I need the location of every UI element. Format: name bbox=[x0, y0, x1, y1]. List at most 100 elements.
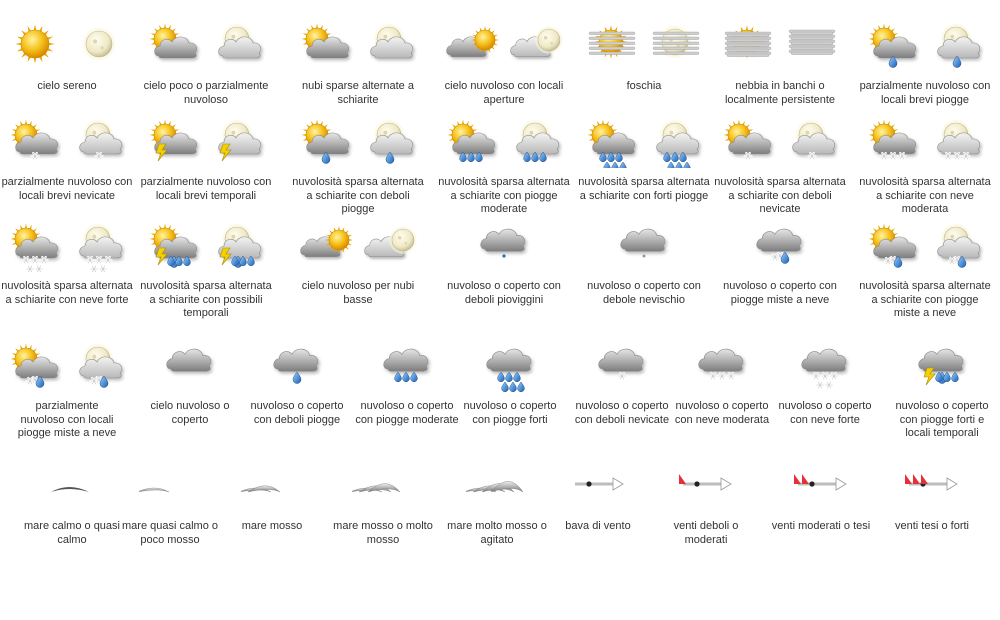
legend-item: nuvolosità sparsa alternata a schiarite … bbox=[855, 118, 995, 217]
sun-icon bbox=[4, 22, 66, 72]
cloud-snow1-icon bbox=[591, 342, 653, 392]
moon-icon bbox=[68, 22, 130, 72]
legend-label: nuvoloso o coperto con debole nevischio bbox=[587, 280, 701, 306]
legend-item: cielo nuvoloso per nubi basse bbox=[288, 222, 428, 307]
wind-calm-icon bbox=[567, 462, 629, 512]
legend-item: mare mosso bbox=[217, 462, 327, 534]
legend-label: nuvoloso o coperto con neve moderata bbox=[674, 400, 770, 426]
sea-calm-icon bbox=[41, 462, 103, 512]
legend-item: nuvoloso o coperto con neve moderata bbox=[663, 342, 781, 427]
cloud-drizzle-icon bbox=[473, 222, 535, 272]
legend-label: nubi sparse alternate a schiarite bbox=[302, 80, 414, 106]
legend-label: parzialmente nuvoloso con locali piogge … bbox=[17, 400, 117, 439]
legend-label: parzialmente nuvoloso con locali brevi p… bbox=[859, 80, 991, 106]
legend-label: venti deboli o moderati bbox=[673, 520, 739, 546]
cloud-sleet-icon bbox=[613, 222, 675, 272]
legend-label: nuvolosità sparsa alternate a schiarite … bbox=[859, 280, 991, 319]
legend-label: cielo sereno bbox=[37, 80, 97, 92]
legend-item: venti moderati o tesi bbox=[766, 462, 876, 534]
legend-label: mare quasi calmo o poco mosso bbox=[122, 520, 218, 546]
legend-label: nuvolosità sparsa alternata a schiarite … bbox=[714, 176, 846, 215]
cloud-sun-low-icon bbox=[295, 222, 357, 272]
legend-item: venti deboli o moderati bbox=[651, 462, 761, 547]
moon-cloud-snow3-icon bbox=[926, 118, 988, 168]
legend-item: nuvolosità sparsa alternata a schiarite … bbox=[434, 118, 574, 217]
legend-item: venti tesi o forti bbox=[877, 462, 987, 534]
legend-label: cielo nuvoloso o coperto bbox=[150, 400, 230, 426]
legend-label: nuvolosità sparsa alternata a schiarite … bbox=[292, 176, 424, 215]
legend-item: nuvolosità sparsa alternata a schiarite … bbox=[136, 222, 276, 321]
legend-label: mare molto mosso o agitato bbox=[447, 520, 547, 546]
legend-item: nuvoloso o coperto con neve forte bbox=[766, 342, 884, 427]
cloud-icon bbox=[159, 342, 221, 392]
sun-cloud-rain-icon bbox=[295, 118, 357, 168]
legend-label: nuvoloso o coperto con neve forte bbox=[778, 400, 872, 426]
sun-cloud-rain-snow-icon bbox=[862, 222, 924, 272]
legend-label: mare mosso bbox=[241, 520, 303, 532]
moon-cloud-rain-icon bbox=[359, 118, 421, 168]
legend-label: nuvoloso o coperto con piogge moderate bbox=[355, 400, 459, 426]
legend-item: foschia bbox=[574, 22, 714, 94]
moon-haze-icon bbox=[645, 22, 707, 72]
wind-3-icon bbox=[901, 462, 963, 512]
sun-haze-icon bbox=[581, 22, 643, 72]
legend-label: nuvolosità sparsa alternata a schiarite … bbox=[1, 280, 133, 306]
legend-label: nuvoloso o coperto con piogge forti bbox=[463, 400, 557, 426]
legend-label: foschia bbox=[626, 80, 662, 92]
legend-item: nuvoloso o coperto con piogge miste a ne… bbox=[710, 222, 850, 307]
sun-clouds-icon bbox=[295, 22, 357, 72]
legend-item: cielo nuvoloso con locali aperture bbox=[434, 22, 574, 107]
legend-label: bava di vento bbox=[565, 520, 631, 532]
legend-label: nuvoloso o coperto con piogge forti e lo… bbox=[895, 400, 989, 439]
wind-2-icon bbox=[790, 462, 852, 512]
sea-moderate-icon bbox=[241, 462, 303, 512]
legend-item: nuvoloso o coperto con piogge moderate bbox=[348, 342, 466, 427]
legend-label: nuvoloso o coperto con deboli pioviggini bbox=[447, 280, 561, 306]
legend-label: nuvolosità sparsa alternata a schiarite … bbox=[578, 176, 710, 202]
moon-cloud-snow5-icon bbox=[68, 222, 130, 272]
moon-cloud-rain-snow-icon bbox=[68, 342, 130, 392]
legend-item: parzialmente nuvoloso con locali piogge … bbox=[8, 342, 126, 441]
cloud-moon-small-icon bbox=[505, 22, 567, 72]
sea-very-rough-icon bbox=[466, 462, 528, 512]
legend-label: parzialmente nuvoloso con locali brevi n… bbox=[1, 176, 133, 202]
legend-item: nuvolosità sparsa alternata a schiarite … bbox=[0, 222, 137, 307]
wind-1-icon bbox=[675, 462, 737, 512]
legend-label: venti tesi o forti bbox=[895, 520, 969, 532]
sea-slight-icon bbox=[139, 462, 201, 512]
moon-clouds-icon bbox=[359, 22, 421, 72]
legend-label: parzialmente nuvoloso con locali brevi t… bbox=[140, 176, 272, 202]
legend-label: nuvolosità sparsa alternata a schiarite … bbox=[140, 280, 272, 319]
cloud-sun-small-icon bbox=[441, 22, 503, 72]
sun-cloud-rain-icon bbox=[862, 22, 924, 72]
moon-cloud-rain-snow-icon bbox=[926, 222, 988, 272]
sun-cloud-icon bbox=[143, 22, 205, 72]
legend-item: nuvoloso o coperto con debole nevischio bbox=[574, 222, 714, 307]
moon-cloud-rain6-icon bbox=[645, 118, 707, 168]
sun-cloud-rain3-icon bbox=[441, 118, 503, 168]
legend-item: nuvoloso o coperto con deboli piogge bbox=[238, 342, 356, 427]
legend-item: parzialmente nuvoloso con locali brevi p… bbox=[855, 22, 995, 107]
cloud-rain6-icon bbox=[479, 342, 541, 392]
cloud-rain1-icon bbox=[266, 342, 328, 392]
legend-item: cielo nuvoloso o coperto bbox=[131, 342, 249, 427]
legend-label: nebbia in banchi o localmente persistent… bbox=[724, 80, 836, 106]
legend-item: nuvoloso o coperto con piogge forti bbox=[451, 342, 569, 427]
legend-item: mare mosso o molto mosso bbox=[328, 462, 438, 547]
legend-item: nuvolosità sparsa alternata a schiarite … bbox=[574, 118, 714, 203]
legend-label: nuvoloso o coperto con deboli piogge bbox=[250, 400, 344, 426]
moon-cloud-rain3-icon bbox=[505, 118, 567, 168]
legend-label: nuvolosità sparsa alternata a schiarite … bbox=[859, 176, 991, 215]
sun-cloud-rain6-icon bbox=[581, 118, 643, 168]
legend-item: nuvolosità sparsa alternate a schiarite … bbox=[855, 222, 995, 321]
legend-label: nuvoloso o coperto con piogge miste a ne… bbox=[723, 280, 837, 306]
sun-cloud-snow5-icon bbox=[4, 222, 66, 272]
legend-label: mare mosso o molto mosso bbox=[333, 520, 433, 546]
legend-item: nebbia in banchi o localmente persistent… bbox=[710, 22, 850, 107]
legend-item: mare molto mosso o agitato bbox=[442, 462, 552, 547]
sun-cloud-snow-icon bbox=[4, 118, 66, 168]
moon-cloud-snow-icon bbox=[781, 118, 843, 168]
sun-cloud-snow-icon bbox=[717, 118, 779, 168]
legend-item: nuvoloso o coperto con piogge forti e lo… bbox=[883, 342, 1000, 441]
moon-cloud-icon bbox=[207, 22, 269, 72]
